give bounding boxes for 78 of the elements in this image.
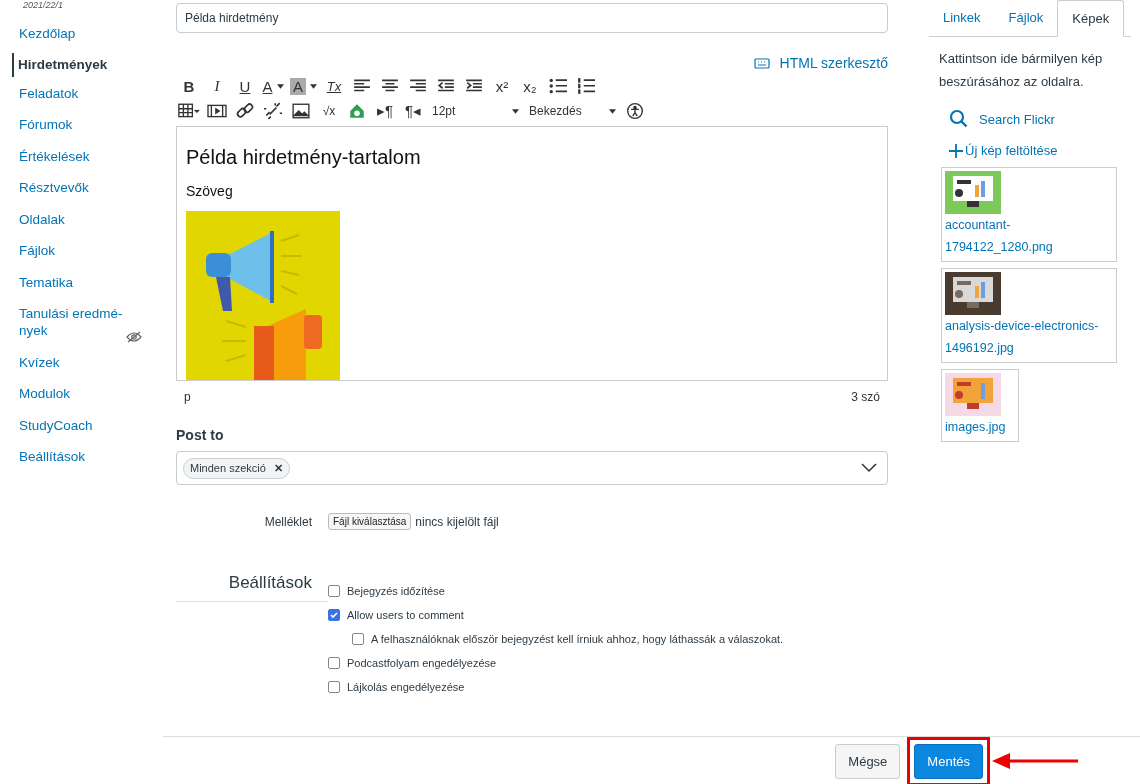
panel-tab[interactable]: Linkek (929, 0, 995, 36)
checkbox[interactable] (328, 585, 340, 597)
keyboard-icon (753, 57, 770, 69)
plus-icon (949, 143, 963, 158)
html-editor-link[interactable]: HTML szerkesztő (753, 53, 888, 73)
term-label: 2021/22/1 (22, 0, 64, 12)
panel-tab[interactable]: Képek (1057, 0, 1125, 37)
content-paragraph: Szöveg (186, 183, 234, 199)
option-label: Allow users to comment (347, 609, 464, 621)
toolbar-button[interactable]: x² (489, 75, 515, 97)
sidebar-item[interactable]: Feladatok (0, 84, 129, 102)
option-label: Podcastfolyam engedélyezése (347, 657, 497, 669)
caret-icon (310, 83, 317, 89)
sidebar-item[interactable]: Modulok (0, 385, 129, 402)
tag-label: Minden szekció (190, 462, 266, 474)
word-count: 3 szó (851, 390, 880, 406)
panel-tab[interactable]: Fájlok (994, 0, 1058, 36)
image-filename[interactable]: analysis-device-electronics-1496192.jpg (945, 315, 1113, 359)
toolbar-button[interactable]: x₂ (517, 75, 543, 97)
sidebar-item[interactable]: Kezdőlap (0, 25, 129, 42)
sidebar-item[interactable]: Tanulási eredmé-nyek (0, 305, 129, 339)
sidebar-item[interactable]: Fájlok (0, 242, 129, 259)
chevron-down-icon[interactable] (861, 463, 877, 473)
toolbar-dropdown[interactable]: 12pt (428, 100, 523, 122)
remove-button[interactable]: ✕ (273, 461, 283, 475)
content-heading: Példa hirdetmény-tartalom (186, 146, 422, 169)
image-card[interactable]: images.jpg (941, 369, 1019, 442)
toolbar-button[interactable]: ¶◂ (400, 100, 426, 122)
toolbar-button[interactable]: I (204, 75, 230, 97)
attachment-label: Melléklet (263, 514, 313, 529)
title-field[interactable]: Példa hirdetmény (176, 3, 888, 33)
sidebar-item[interactable]: StudyCoach (0, 416, 129, 434)
media-icon[interactable] (204, 102, 230, 120)
arrow-icon (990, 751, 1080, 771)
cancel-button[interactable]: Mégse (835, 743, 901, 779)
element-path: p (184, 390, 191, 406)
image-card[interactable]: accountant-1794122_1280.png (941, 167, 1117, 262)
checkbox[interactable] (328, 657, 340, 669)
choose-file-button[interactable]: Fájl kiválasztása (328, 513, 412, 530)
image-card[interactable]: analysis-device-electronics-1496192.jpg (941, 268, 1117, 363)
file-status: nincs kijelölt fájl (415, 514, 499, 529)
save-button[interactable]: Mentés (914, 743, 983, 779)
sidebar-item[interactable]: Beállítások (0, 448, 129, 465)
toolbar-button[interactable]: B (176, 75, 202, 97)
toolbar-button[interactable]: ▸¶ (372, 100, 398, 122)
editor-area[interactable]: Példa hirdetmény-tartalom Szöveg (176, 126, 888, 381)
search-icon (949, 109, 969, 129)
option-label: A felhasználóknak először bejegyzést kell írniuk ahhoz, hogy láthassák a válaszokat. (371, 633, 784, 645)
search-flickr-link[interactable]: Search Flickr (949, 109, 1140, 129)
toolbar-button[interactable]: √x (316, 100, 342, 122)
checkbox[interactable] (328, 681, 340, 693)
image-filename[interactable]: accountant-1794122_1280.png (945, 214, 1113, 258)
panel-hint: Kattintson ide bármilyen kép beszúrásához az oldalra. (939, 50, 1104, 91)
caret-icon (609, 108, 616, 114)
checkbox[interactable] (352, 633, 364, 645)
table-icon[interactable] (176, 102, 202, 120)
sidebar-item[interactable]: Fórumok (0, 116, 129, 133)
sidebar-item[interactable]: Résztvevők (0, 179, 129, 196)
toolbar-button[interactable]: Tx (321, 75, 347, 97)
post-to-label: Post to (176, 427, 225, 443)
option-label: Bejegyzés időzítése (347, 585, 445, 597)
sidebar-item[interactable]: Hirdetmények (12, 52, 148, 77)
caret-icon (276, 83, 284, 89)
toolbar-dropdown[interactable]: Bekezdés (525, 100, 620, 122)
checkbox[interactable] (328, 609, 340, 621)
toolbar-button[interactable]: U (232, 75, 258, 97)
image-filename[interactable]: images.jpg (945, 416, 1015, 438)
sidebar-item[interactable]: Értékelések (0, 147, 129, 165)
upload-image-link[interactable]: Új kép feltöltése (949, 143, 1140, 158)
caret-icon (512, 108, 519, 114)
sidebar-item[interactable]: Kvízek (0, 353, 129, 371)
toolbar-button[interactable]: A (260, 75, 286, 97)
toolbar-button[interactable]: A (288, 75, 319, 97)
sidebar-item[interactable]: Oldalak (0, 210, 129, 228)
section-select[interactable]: Minden szekció ✕ (176, 451, 888, 485)
settings-heading: Beállítások (176, 573, 328, 602)
sidebar-item[interactable]: Tematika (0, 273, 129, 291)
option-label: Lájkolás engedélyezése (347, 681, 465, 693)
